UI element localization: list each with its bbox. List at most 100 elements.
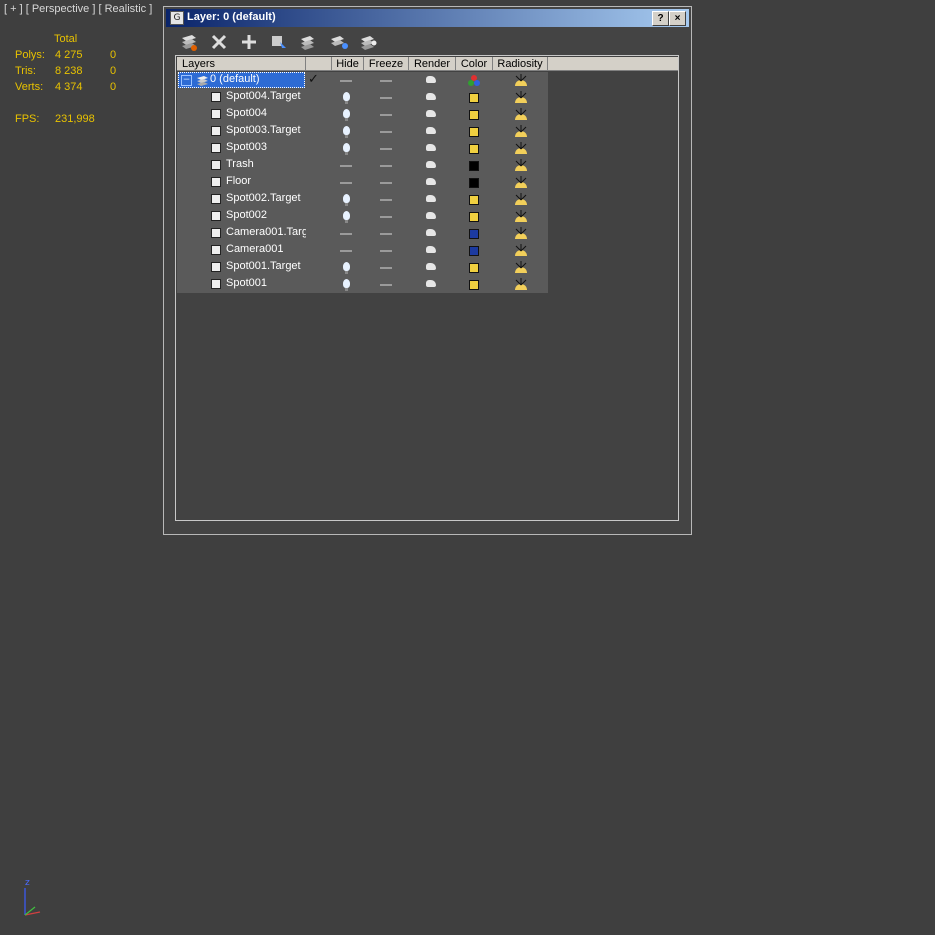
render-toggle-teapot-icon[interactable] <box>426 229 436 236</box>
viewport-label[interactable]: [ + ] [ Perspective ] [ Realistic ] <box>4 3 152 15</box>
render-toggle-teapot-icon[interactable] <box>426 178 436 185</box>
select-objects-icon[interactable] <box>268 31 290 53</box>
color-swatch[interactable] <box>469 144 479 154</box>
object-row[interactable]: Spot002 <box>177 208 548 225</box>
column-header-hide[interactable]: Hide <box>332 57 364 71</box>
freeze-toggle[interactable] <box>380 267 392 269</box>
object-row[interactable]: Spot002.Target <box>177 191 548 208</box>
freeze-toggle[interactable] <box>380 250 392 252</box>
column-header-render[interactable]: Render <box>409 57 456 71</box>
object-name[interactable]: Spot003 <box>226 141 306 153</box>
column-header-current[interactable] <box>306 57 332 71</box>
color-swatch[interactable] <box>469 263 479 273</box>
render-toggle-teapot-icon[interactable] <box>426 144 436 151</box>
color-swatch[interactable] <box>469 212 479 222</box>
current-layer-check[interactable]: ✓ <box>308 72 319 87</box>
hide-toggle-bulb-icon[interactable] <box>343 262 350 274</box>
hide-all-icon[interactable] <box>358 31 380 53</box>
color-swatch[interactable] <box>469 178 479 188</box>
object-row[interactable]: Spot004 <box>177 106 548 123</box>
object-name[interactable]: Spot001 <box>226 277 306 289</box>
object-name[interactable]: Spot003.Target <box>226 124 306 136</box>
object-name[interactable]: Spot002 <box>226 209 306 221</box>
hide-toggle-bulb-icon[interactable] <box>343 143 350 155</box>
freeze-toggle[interactable] <box>380 182 392 184</box>
layer-list[interactable]: Layers Hide Freeze Render Color Radiosit… <box>175 55 679 521</box>
object-row[interactable]: Spot001.Target <box>177 259 548 276</box>
render-toggle-teapot-icon[interactable] <box>426 127 436 134</box>
hide-toggle[interactable] <box>340 80 352 82</box>
object-row[interactable]: Trash <box>177 157 548 174</box>
object-row[interactable]: Floor <box>177 174 548 191</box>
freeze-toggle[interactable] <box>380 284 392 286</box>
new-layer-icon[interactable] <box>178 31 200 53</box>
column-header-layers[interactable]: Layers <box>177 57 306 71</box>
color-swatch[interactable] <box>469 229 479 239</box>
layer-name[interactable]: 0 (default) <box>210 73 290 85</box>
object-name[interactable]: Spot001.Target <box>226 260 306 272</box>
hide-toggle-bulb-icon[interactable] <box>343 211 350 223</box>
column-header-radiosity[interactable]: Radiosity <box>493 57 548 71</box>
freeze-toggle[interactable] <box>380 80 392 82</box>
freeze-toggle[interactable] <box>380 131 392 133</box>
radiosity-icon[interactable] <box>513 158 529 173</box>
object-name[interactable]: Floor <box>226 175 306 187</box>
hide-toggle-bulb-icon[interactable] <box>343 279 350 291</box>
render-toggle-teapot-icon[interactable] <box>426 76 436 83</box>
render-toggle-teapot-icon[interactable] <box>426 195 436 202</box>
object-row[interactable]: Spot001 <box>177 276 548 293</box>
radiosity-icon[interactable] <box>513 175 529 190</box>
color-swatch[interactable] <box>469 127 479 137</box>
radiosity-icon[interactable] <box>513 141 529 156</box>
object-row[interactable]: Spot004.Target <box>177 89 548 106</box>
freeze-toggle[interactable] <box>380 165 392 167</box>
freeze-toggle[interactable] <box>380 148 392 150</box>
hide-toggle-bulb-icon[interactable] <box>343 194 350 206</box>
column-header-freeze[interactable]: Freeze <box>364 57 409 71</box>
color-swatch[interactable] <box>469 110 479 120</box>
render-toggle-teapot-icon[interactable] <box>426 246 436 253</box>
freeze-toggle[interactable] <box>380 199 392 201</box>
hide-toggle-bulb-icon[interactable] <box>343 92 350 104</box>
object-name[interactable]: Spot004 <box>226 107 306 119</box>
render-toggle-teapot-icon[interactable] <box>426 212 436 219</box>
render-toggle-teapot-icon[interactable] <box>426 110 436 117</box>
hide-toggle[interactable] <box>340 250 352 252</box>
hide-toggle[interactable] <box>340 165 352 167</box>
freeze-toggle[interactable] <box>380 97 392 99</box>
color-swatch[interactable] <box>469 93 479 103</box>
select-layer-icon[interactable] <box>298 31 320 53</box>
object-row[interactable]: Spot003.Target <box>177 123 548 140</box>
color-swatch[interactable] <box>469 195 479 205</box>
object-name[interactable]: Camera001.Targ <box>226 226 306 238</box>
object-name[interactable]: Spot004.Target <box>226 90 306 102</box>
dialog-titlebar[interactable]: G Layer: 0 (default) ? × <box>166 9 689 27</box>
render-toggle-teapot-icon[interactable] <box>426 280 436 287</box>
render-toggle-teapot-icon[interactable] <box>426 93 436 100</box>
render-toggle-teapot-icon[interactable] <box>426 263 436 270</box>
hide-toggle[interactable] <box>340 233 352 235</box>
radiosity-icon[interactable] <box>513 209 529 224</box>
radiosity-icon[interactable] <box>513 124 529 139</box>
object-name[interactable]: Camera001 <box>226 243 306 255</box>
multi-color-icon[interactable] <box>468 75 480 86</box>
object-name[interactable]: Spot002.Target <box>226 192 306 204</box>
hide-toggle-bulb-icon[interactable] <box>343 109 350 121</box>
object-row[interactable]: Camera001 <box>177 242 548 259</box>
object-row[interactable]: Camera001.Targ <box>177 225 548 242</box>
render-toggle-teapot-icon[interactable] <box>426 161 436 168</box>
color-swatch[interactable] <box>469 161 479 171</box>
radiosity-icon[interactable] <box>513 226 529 241</box>
radiosity-icon[interactable] <box>513 90 529 105</box>
radiosity-icon[interactable] <box>513 107 529 122</box>
hide-toggle[interactable] <box>340 182 352 184</box>
hide-toggle-bulb-icon[interactable] <box>343 126 350 138</box>
radiosity-icon[interactable] <box>513 192 529 207</box>
color-swatch[interactable] <box>469 246 479 256</box>
layer-row[interactable]: − 0 (default) ✓ <box>177 72 548 89</box>
object-row[interactable]: Spot003 <box>177 140 548 157</box>
color-swatch[interactable] <box>469 280 479 290</box>
freeze-toggle[interactable] <box>380 216 392 218</box>
radiosity-icon[interactable] <box>513 243 529 258</box>
column-header-color[interactable]: Color <box>456 57 493 71</box>
